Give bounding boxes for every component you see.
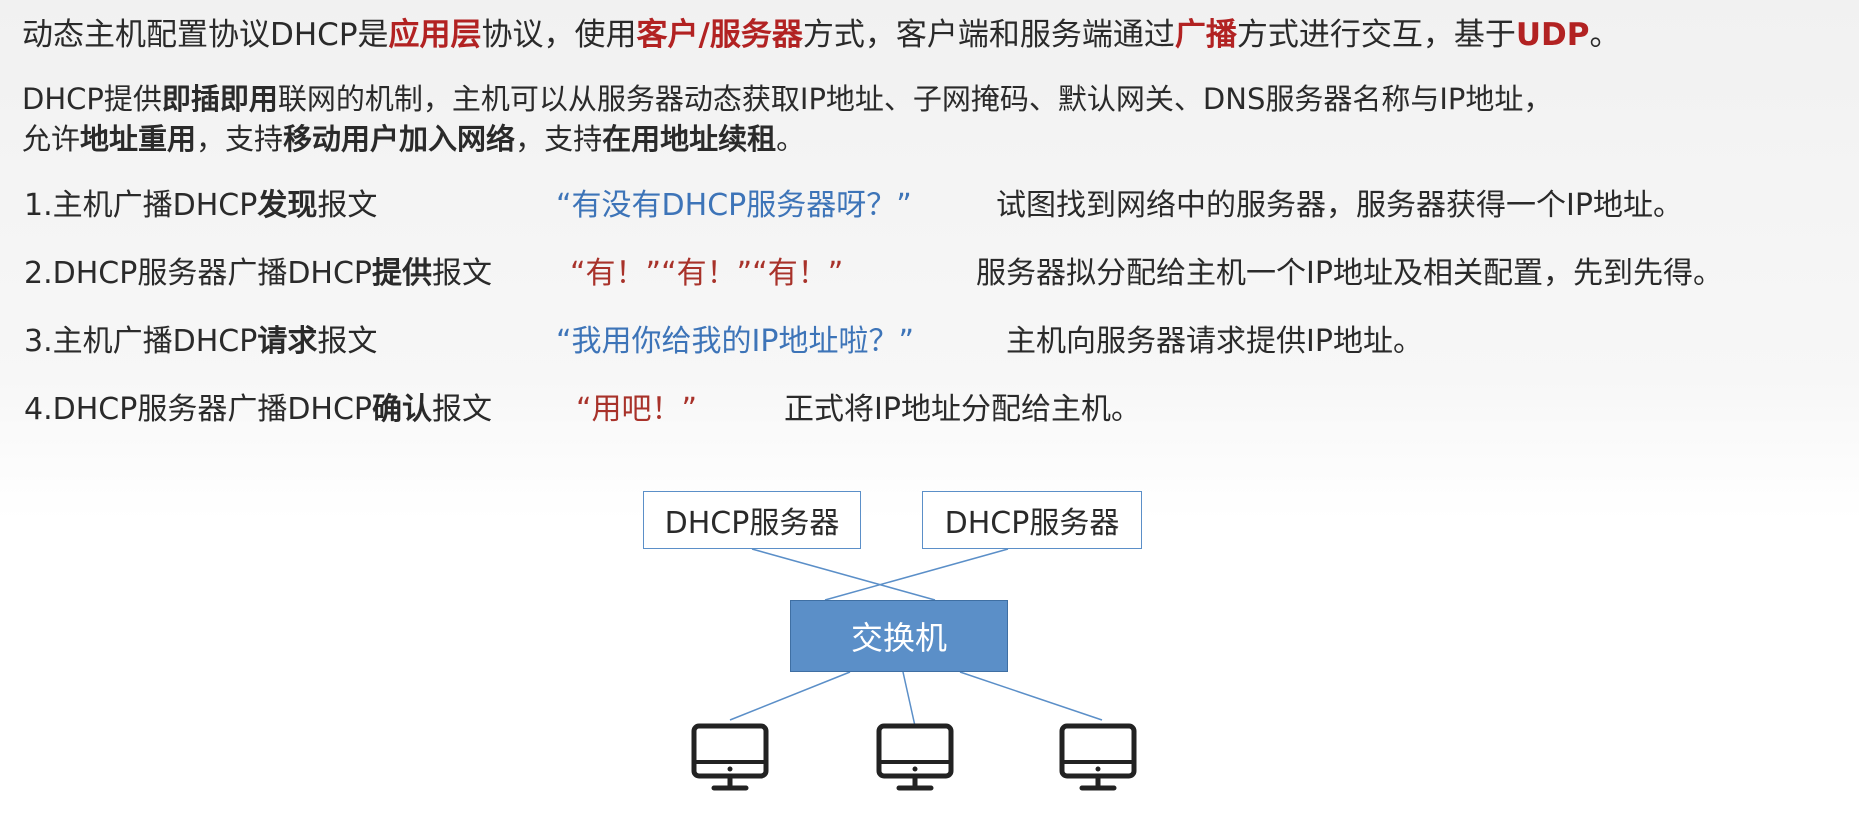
dhcp-server-box-2: DHCP服务器 bbox=[922, 491, 1142, 549]
wire-switch-host1 bbox=[729, 671, 851, 721]
wire-server1-switch bbox=[751, 548, 936, 601]
network-wires bbox=[729, 548, 1103, 727]
wire-switch-host2 bbox=[902, 671, 916, 727]
monitor-icon bbox=[876, 723, 954, 791]
dhcp-server-box-1: DHCP服务器 bbox=[643, 491, 861, 549]
monitor-icon bbox=[691, 723, 769, 791]
wire-server2-switch bbox=[824, 548, 1009, 601]
switch-box: 交换机 bbox=[790, 600, 1008, 672]
monitor-icon bbox=[1059, 723, 1137, 791]
wire-switch-host3 bbox=[959, 671, 1103, 721]
